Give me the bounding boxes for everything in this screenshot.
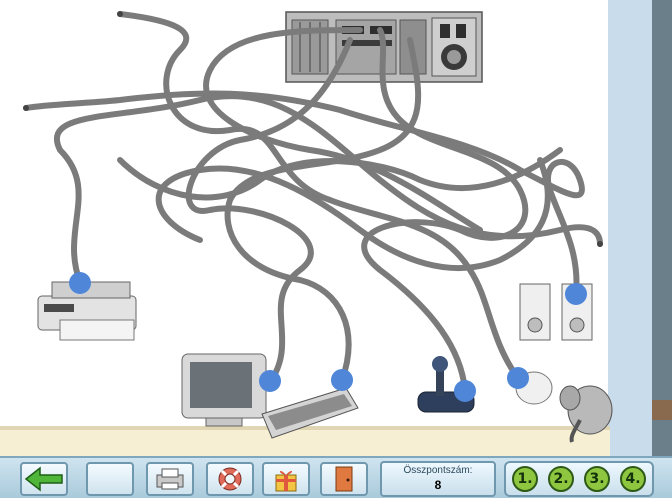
help-button[interactable] — [206, 462, 254, 496]
door-icon — [335, 466, 353, 492]
bottom-toolbar: Összpontszám: 8 1. 2. 3. 4. — [0, 456, 672, 498]
connector-dot-joystick[interactable] — [454, 380, 476, 402]
arrow-left-icon — [24, 466, 63, 492]
floor-shelf — [0, 428, 610, 456]
cable-end-knob[interactable] — [597, 241, 603, 247]
level-4-button[interactable]: 4. — [620, 466, 646, 492]
monitor-icon — [181, 353, 267, 427]
connector-dot-speakers[interactable] — [565, 283, 587, 305]
level-1-button[interactable]: 1. — [512, 466, 538, 492]
game-board — [0, 0, 672, 456]
print-button[interactable] — [146, 462, 194, 496]
lifebuoy-icon — [218, 467, 242, 491]
connector-dot-mouse[interactable] — [507, 367, 529, 389]
level-3-button[interactable]: 3. — [584, 466, 610, 492]
level-selector: 1. 2. 3. 4. — [504, 461, 654, 497]
game-stage: Összpontszám: 8 1. 2. 3. 4. — [0, 0, 672, 498]
gift-icon — [275, 470, 297, 492]
exit-door-button[interactable] — [320, 462, 368, 496]
score-value: 8 — [434, 478, 442, 492]
printer-icon — [156, 468, 184, 490]
connector-dot-printer[interactable] — [69, 272, 91, 294]
connector-dot-monitor[interactable] — [259, 370, 281, 392]
right-wall-panel — [608, 0, 654, 456]
cable-end-knob[interactable] — [23, 105, 29, 111]
cable-end-knob[interactable] — [117, 11, 123, 17]
connector-dot-keyboard[interactable] — [331, 369, 353, 391]
score-label: Összpontszám: — [403, 465, 473, 476]
total-score-panel: Összpontszám: 8 — [380, 461, 496, 497]
level-2-button[interactable]: 2. — [548, 466, 574, 492]
blank-slot-button[interactable] — [86, 462, 134, 496]
gift-button[interactable] — [262, 462, 310, 496]
back-button[interactable] — [20, 462, 68, 496]
